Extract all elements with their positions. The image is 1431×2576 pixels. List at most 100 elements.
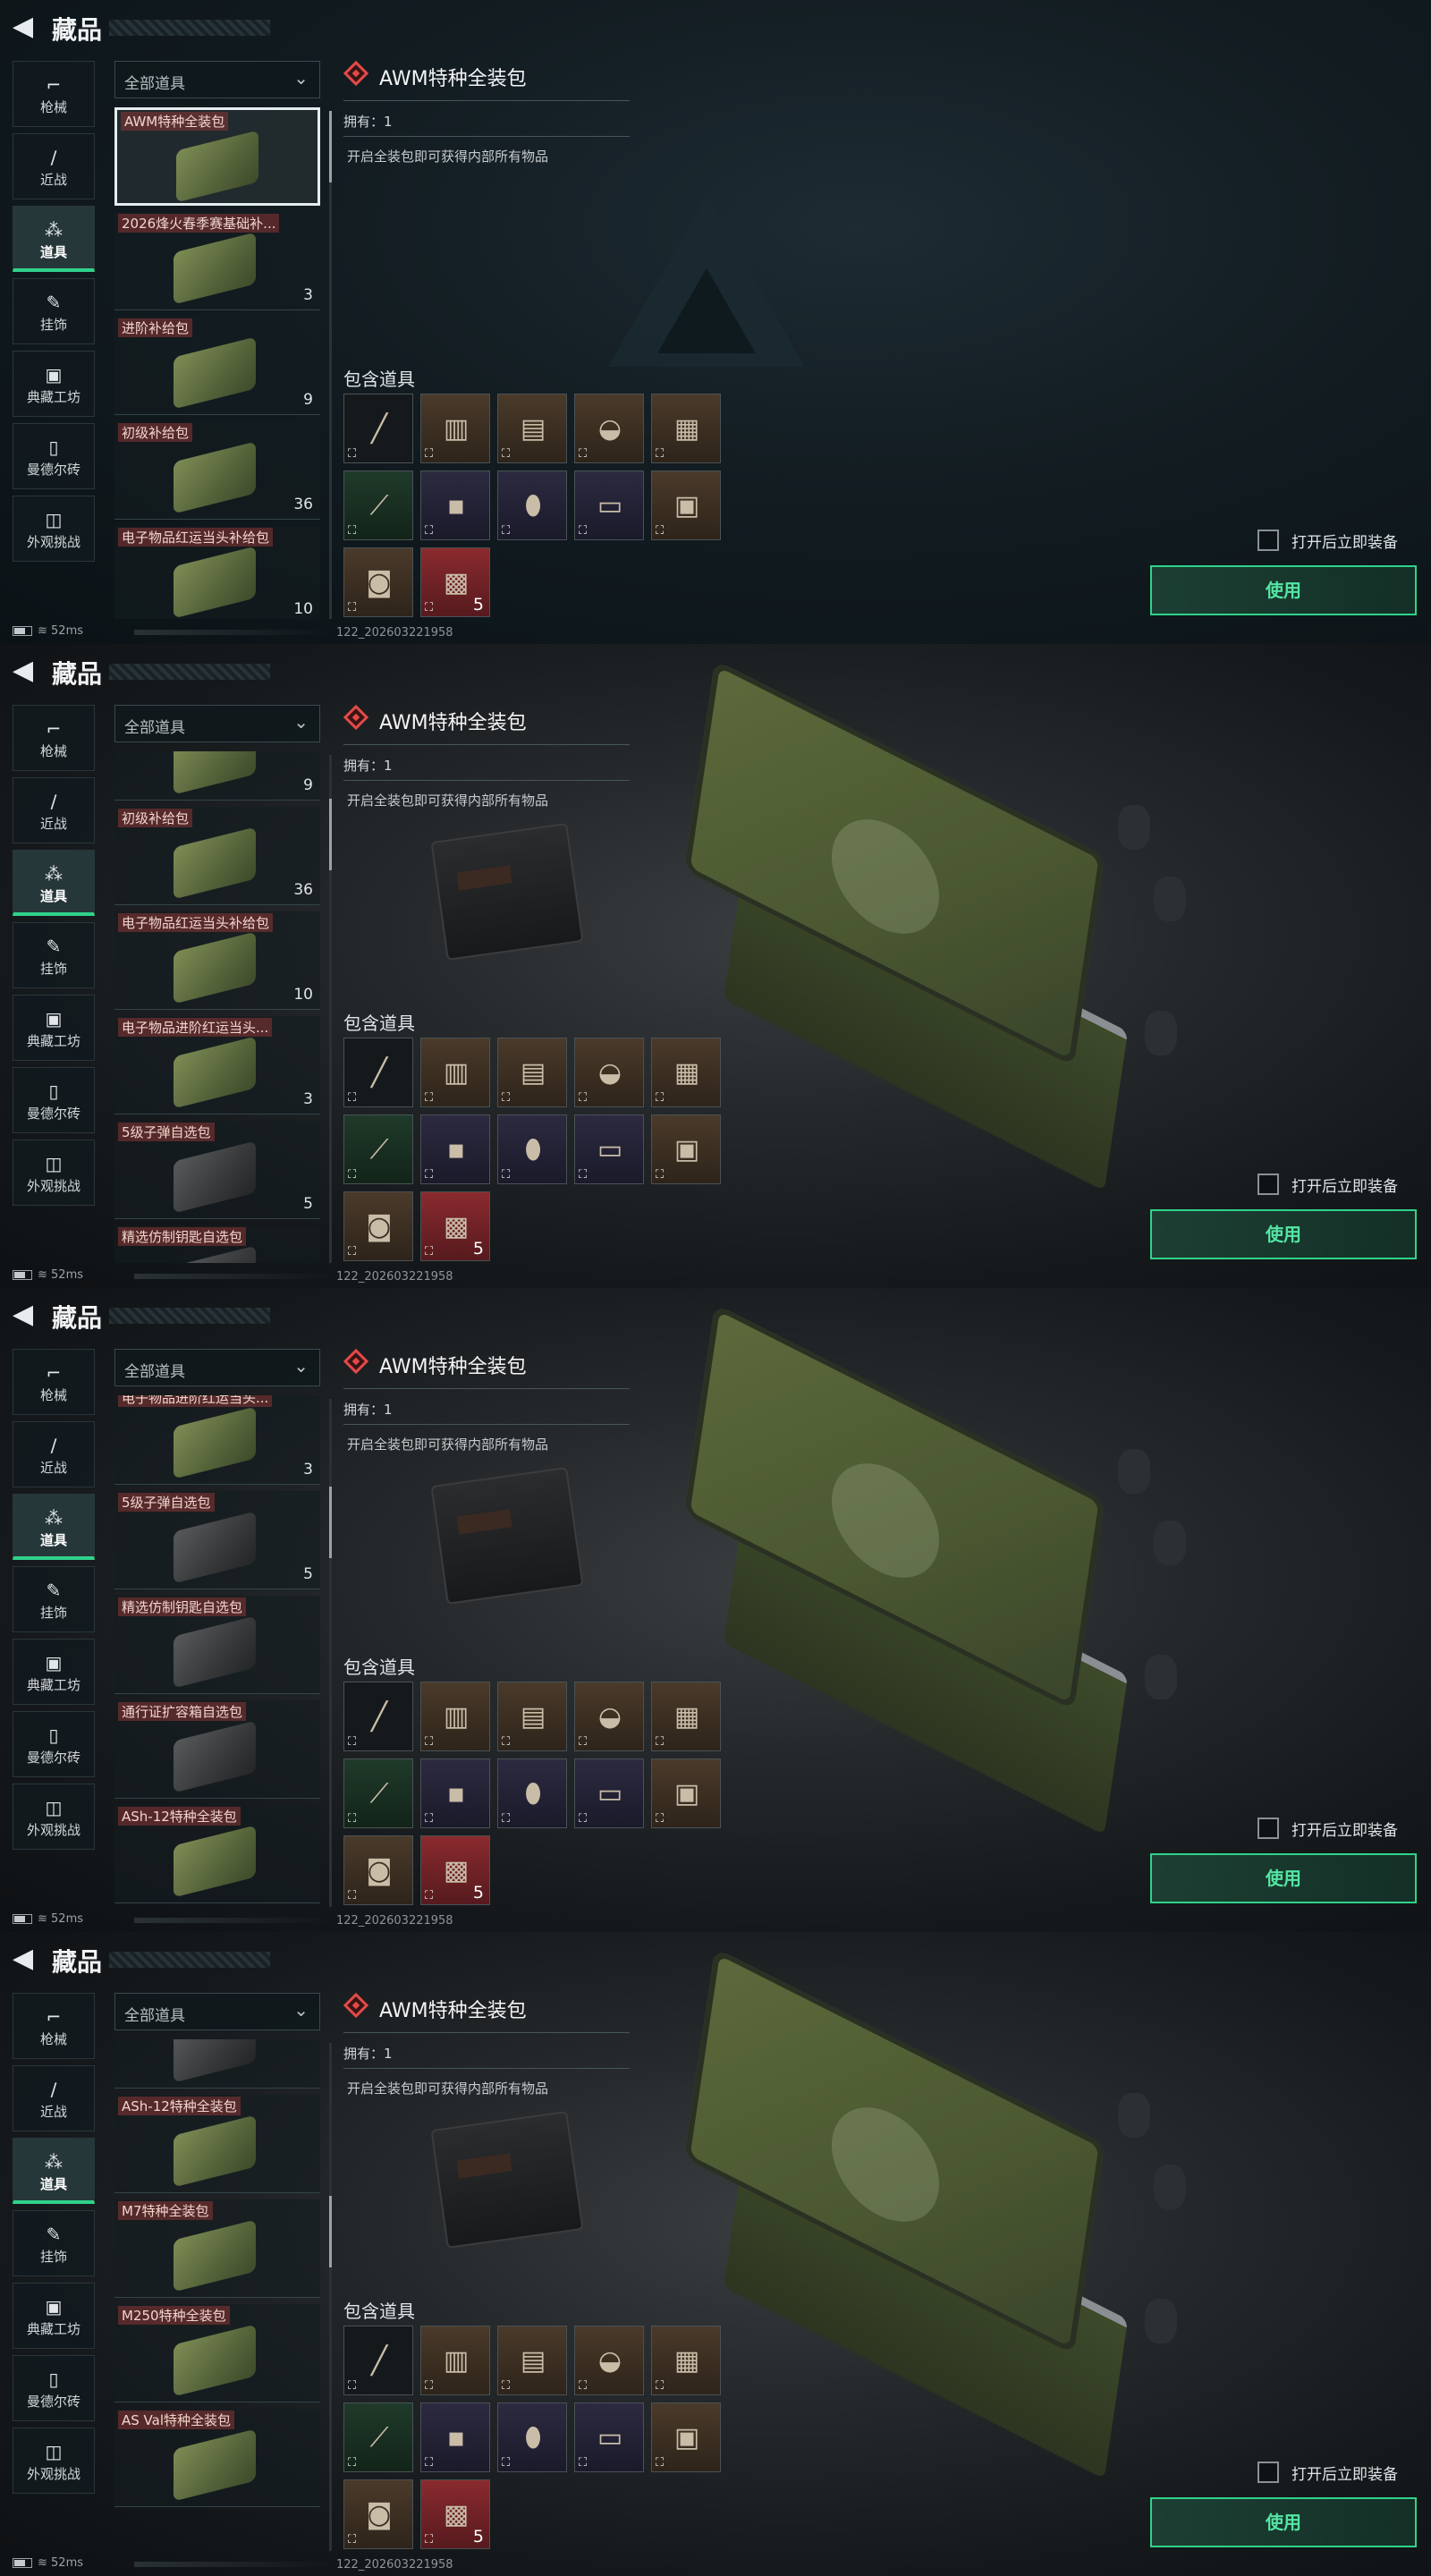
contained-item-slot[interactable]: ⟋ ⛶	[343, 470, 413, 540]
list-item[interactable]: 5级子弹自选包 5	[114, 1121, 320, 1219]
filter-dropdown[interactable]: 全部道具 ⌄	[114, 1993, 320, 2030]
list-scrollbar[interactable]	[329, 755, 332, 1263]
contained-item-slot[interactable]: ▦ ⛶	[651, 1682, 721, 1751]
contained-item-slot[interactable]: ▩ ⛶ 5	[420, 1191, 490, 1261]
auto-equip-checkbox[interactable]	[1257, 530, 1279, 551]
category-tab[interactable]: ∕ 近战	[13, 2065, 95, 2131]
list-item[interactable]: ASh-12特种全装包	[114, 1805, 320, 1903]
list-item[interactable]: 电子物品红运当头补给包 10	[114, 526, 320, 619]
contained-item-slot[interactable]: ▩ ⛶ 5	[420, 2479, 490, 2549]
contained-item-slot[interactable]: ▦ ⛶	[651, 2326, 721, 2395]
contained-item-slot[interactable]: ▪ ⛶	[420, 2402, 490, 2472]
category-tab[interactable]: ⁂ 道具	[13, 850, 95, 916]
use-button[interactable]: 使用	[1150, 565, 1417, 615]
list-item[interactable]: 2026烽火春季赛基础补... 3	[114, 212, 320, 310]
contained-item-slot[interactable]: ▥ ⛶	[420, 394, 490, 463]
category-tab[interactable]: ∕ 近战	[13, 777, 95, 843]
category-tab[interactable]: ⌐ 枪械	[13, 1349, 95, 1415]
category-tab[interactable]: ⁂ 道具	[13, 2138, 95, 2204]
contained-item-slot[interactable]: ▦ ⛶	[651, 1038, 721, 1107]
category-tab[interactable]: ⌐ 枪械	[13, 705, 95, 771]
use-button[interactable]: 使用	[1150, 1853, 1417, 1903]
list-item[interactable]: 电子物品进阶红运当头... 3	[114, 1016, 320, 1114]
contained-item-slot[interactable]: ⟋ ⛶	[343, 1758, 413, 1828]
list-item[interactable]: 进阶补给包9	[114, 317, 320, 415]
category-tab[interactable]: ▯ 曼德尔砖	[13, 423, 95, 489]
list-item[interactable]: 通行证扩容箱自选包	[114, 1700, 320, 1799]
contained-item-slot[interactable]: ▪ ⛶	[420, 470, 490, 540]
use-button[interactable]: 使用	[1150, 2497, 1417, 2547]
use-button[interactable]: 使用	[1150, 1209, 1417, 1259]
contained-item-slot[interactable]: ⬮ ⛶	[497, 1758, 567, 1828]
category-tab[interactable]: ◫ 外观挑战	[13, 1784, 95, 1850]
category-tab[interactable]: ▣ 典藏工坊	[13, 2283, 95, 2349]
back-arrow-icon[interactable]: ◀	[13, 657, 38, 685]
scrollbar-thumb[interactable]	[329, 111, 332, 182]
list-item[interactable]: M7特种全装包	[114, 2199, 320, 2298]
contained-item-slot[interactable]: ⟋ ⛶	[343, 1114, 413, 1184]
list-item[interactable]: ASh-12特种全装包	[114, 2095, 320, 2193]
contained-item-slot[interactable]: ▭ ⛶	[574, 470, 644, 540]
category-tab[interactable]: ▣ 典藏工坊	[13, 351, 95, 417]
list-item[interactable]: M250特种全装包	[114, 2304, 320, 2402]
list-item[interactable]: 进阶补给包9	[114, 751, 320, 801]
contained-item-slot[interactable]: ▩ ⛶ 5	[420, 547, 490, 617]
contained-item-slot[interactable]: ◒ ⛶	[574, 394, 644, 463]
category-tab[interactable]: ▯ 曼德尔砖	[13, 2355, 95, 2421]
contained-item-slot[interactable]: ╱ ⛶	[343, 2326, 413, 2395]
contained-item-slot[interactable]: ⬮ ⛶	[497, 1114, 567, 1184]
back-arrow-icon[interactable]: ◀	[13, 13, 38, 41]
category-tab[interactable]: ▯ 曼德尔砖	[13, 1711, 95, 1777]
category-tab[interactable]: ✎ 挂饰	[13, 278, 95, 344]
list-item[interactable]: 电子物品进阶红运当头... 3	[114, 1395, 320, 1485]
list-scrollbar[interactable]	[329, 111, 332, 619]
contained-item-slot[interactable]: ╱ ⛶	[343, 1038, 413, 1107]
filter-dropdown[interactable]: 全部道具 ⌄	[114, 705, 320, 742]
list-item[interactable]: AS Val特种全装包	[114, 2409, 320, 2507]
contained-item-slot[interactable]: ▤ ⛶	[497, 2326, 567, 2395]
contained-item-slot[interactable]: ▪ ⛶	[420, 1758, 490, 1828]
contained-item-slot[interactable]: ◙ ⛶	[343, 2479, 413, 2549]
scrollbar-thumb[interactable]	[329, 799, 332, 870]
back-arrow-icon[interactable]: ◀	[13, 1301, 38, 1329]
contained-item-slot[interactable]: ◒ ⛶	[574, 1038, 644, 1107]
filter-dropdown[interactable]: 全部道具 ⌄	[114, 1349, 320, 1386]
contained-item-slot[interactable]: ▦ ⛶	[651, 394, 721, 463]
contained-item-slot[interactable]: ▭ ⛶	[574, 2402, 644, 2472]
list-scrollbar[interactable]	[329, 1399, 332, 1907]
contained-item-slot[interactable]: ▤ ⛶	[497, 1038, 567, 1107]
contained-item-slot[interactable]: ◙ ⛶	[343, 1191, 413, 1261]
list-item[interactable]: 初级补给包 36	[114, 421, 320, 520]
contained-item-slot[interactable]: ▭ ⛶	[574, 1758, 644, 1828]
contained-item-slot[interactable]: ▥ ⛶	[420, 1038, 490, 1107]
category-tab[interactable]: ▣ 典藏工坊	[13, 995, 95, 1061]
list-item[interactable]: 5级子弹自选包 5	[114, 1491, 320, 1589]
auto-equip-checkbox[interactable]	[1257, 2462, 1279, 2483]
contained-item-slot[interactable]: ◒ ⛶	[574, 2326, 644, 2395]
list-item[interactable]: 通行证扩容箱自选包	[114, 2039, 320, 2089]
category-tab[interactable]: ⁂ 道具	[13, 206, 95, 272]
contained-item-slot[interactable]: ◙ ⛶	[343, 547, 413, 617]
category-tab[interactable]: ◫ 外观挑战	[13, 2428, 95, 2494]
filter-dropdown[interactable]: 全部道具 ⌄	[114, 61, 320, 98]
category-tab[interactable]: ✎ 挂饰	[13, 2210, 95, 2276]
contained-item-slot[interactable]: ▣ ⛶	[651, 470, 721, 540]
contained-item-slot[interactable]: ▤ ⛶	[497, 394, 567, 463]
category-tab[interactable]: ▯ 曼德尔砖	[13, 1067, 95, 1133]
list-item[interactable]: 精选仿制钥匙自选包	[114, 1596, 320, 1694]
contained-item-slot[interactable]: ▣ ⛶	[651, 1758, 721, 1828]
scrollbar-thumb[interactable]	[329, 1487, 332, 1558]
contained-item-slot[interactable]: ╱ ⛶	[343, 1682, 413, 1751]
contained-item-slot[interactable]: ▤ ⛶	[497, 1682, 567, 1751]
contained-item-slot[interactable]: ╱ ⛶	[343, 394, 413, 463]
contained-item-slot[interactable]: ▪ ⛶	[420, 1114, 490, 1184]
contained-item-slot[interactable]: ▩ ⛶ 5	[420, 1835, 490, 1905]
contained-item-slot[interactable]: ▥ ⛶	[420, 1682, 490, 1751]
list-item[interactable]: AWM特种全装包	[114, 107, 320, 206]
category-tab[interactable]: ⌐ 枪械	[13, 61, 95, 127]
auto-equip-checkbox[interactable]	[1257, 1174, 1279, 1195]
list-item[interactable]: 初级补给包 36	[114, 807, 320, 905]
category-tab[interactable]: ▣ 典藏工坊	[13, 1639, 95, 1705]
category-tab[interactable]: ∕ 近战	[13, 133, 95, 199]
contained-item-slot[interactable]: ⬮ ⛶	[497, 470, 567, 540]
